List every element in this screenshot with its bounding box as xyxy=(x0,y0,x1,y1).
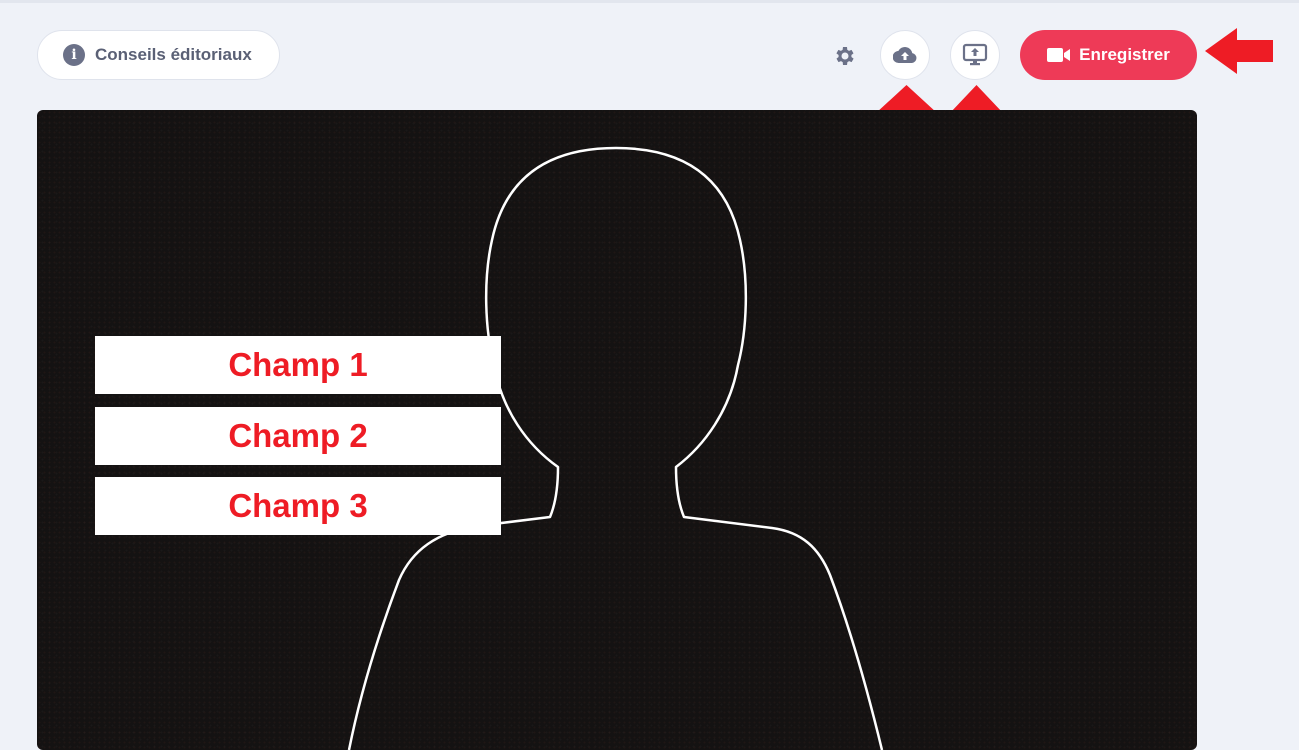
top-divider xyxy=(0,0,1299,3)
settings-button[interactable] xyxy=(831,42,859,70)
editorial-tips-button[interactable]: i Conseils éditoriaux xyxy=(37,30,280,80)
record-button[interactable]: Enregistrer xyxy=(1020,30,1197,80)
info-icon: i xyxy=(63,44,85,66)
overlay-field-1: Champ 1 xyxy=(95,336,501,394)
overlay-field-3: Champ 3 xyxy=(95,477,501,535)
screen-share-button[interactable] xyxy=(950,30,1000,80)
annotation-arrow-left-record xyxy=(1205,28,1273,74)
video-camera-icon xyxy=(1047,48,1071,62)
cloud-upload-icon xyxy=(893,47,917,64)
camera-preview: Champ 1 Champ 2 Champ 3 xyxy=(37,110,1197,750)
editorial-tips-label: Conseils éditoriaux xyxy=(95,45,252,64)
screen-share-icon xyxy=(962,43,988,66)
gear-icon xyxy=(836,47,854,65)
record-label: Enregistrer xyxy=(1079,45,1170,64)
overlay-field-2: Champ 2 xyxy=(95,407,501,465)
upload-button[interactable] xyxy=(880,30,930,80)
